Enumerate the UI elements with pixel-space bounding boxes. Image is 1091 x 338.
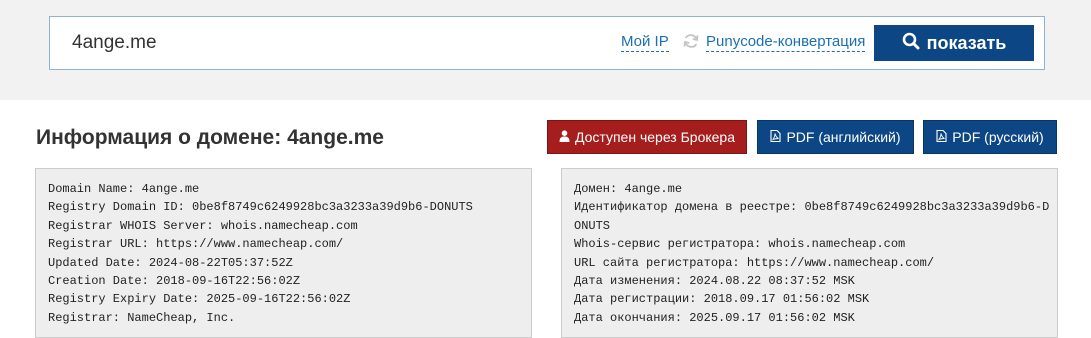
show-button[interactable]: показать [874, 25, 1034, 61]
pdf-file-icon [936, 129, 947, 145]
broker-button-label: Доступен через Брокера [574, 129, 736, 145]
whois-line: Registrar URL: https://www.namecheap.com… [48, 237, 344, 252]
whois-line: URL сайта регистратора: https://www.name… [574, 255, 935, 270]
page-title: Информация о домене: 4ange.me [36, 126, 384, 150]
broker-button[interactable]: Доступен через Брокера [547, 120, 747, 154]
whois-line: Домен: 4ange.me [574, 182, 683, 196]
whois-russian-panel: Домен: 4ange.me Идентификатор домена в р… [561, 168, 1058, 338]
domain-search-input[interactable] [72, 30, 572, 56]
whois-line: ONUTS [574, 218, 611, 233]
search-box: Мой IP Punycode-конвертация показать [49, 16, 1045, 70]
whois-line: Registrar WHOIS Server: whois.namecheap.… [48, 218, 358, 233]
whois-line: Идентификатор домена в реестре: 0be8f874… [574, 200, 1050, 215]
whois-line: Дата окончания: 2025.09.17 01:56:02 MSK [574, 310, 855, 325]
search-icon [902, 32, 920, 55]
whois-line: Дата регистрации: 2018.09.17 01:56:02 MS… [574, 292, 870, 307]
whois-line: Registry Expiry Date: 2025-09-16T22:56:0… [48, 292, 351, 307]
pdf-file-icon [770, 129, 781, 145]
user-icon [559, 129, 570, 145]
whois-line: Updated Date: 2024-08-22T05:37:52Z [48, 255, 293, 270]
whois-line: Дата изменения: 2024.08.22 08:37:52 MSK [574, 274, 855, 289]
refresh-icon [682, 32, 700, 50]
page-title-domain: 4ange.me [287, 126, 384, 149]
whois-line: Domain Name: 4ange.me [48, 182, 200, 196]
pdf-russian-button[interactable]: PDF (русский) [923, 120, 1057, 154]
whois-line: Whois-сервис регистратора: whois.nameche… [574, 237, 906, 252]
page-title-prefix: Информация о домене: [36, 126, 282, 149]
pdf-english-label: PDF (английский) [786, 129, 901, 145]
whois-line: Registry Domain ID: 0be8f8749c6249928bc3… [48, 200, 473, 215]
whois-line: Creation Date: 2018-09-16T22:56:02Z [48, 274, 301, 289]
punycode-link[interactable]: Punycode-конвертация [706, 33, 866, 52]
whois-english-panel: Domain Name: 4ange.me Registry Domain ID… [35, 168, 532, 338]
my-ip-link[interactable]: Мой IP [621, 33, 669, 52]
search-band: Мой IP Punycode-конвертация показать [0, 0, 1091, 100]
pdf-russian-label: PDF (русский) [952, 129, 1044, 145]
pdf-english-button[interactable]: PDF (английский) [757, 120, 914, 154]
whois-line: Registrar: NameCheap, Inc. [48, 310, 236, 325]
show-button-label: показать [926, 32, 1007, 53]
